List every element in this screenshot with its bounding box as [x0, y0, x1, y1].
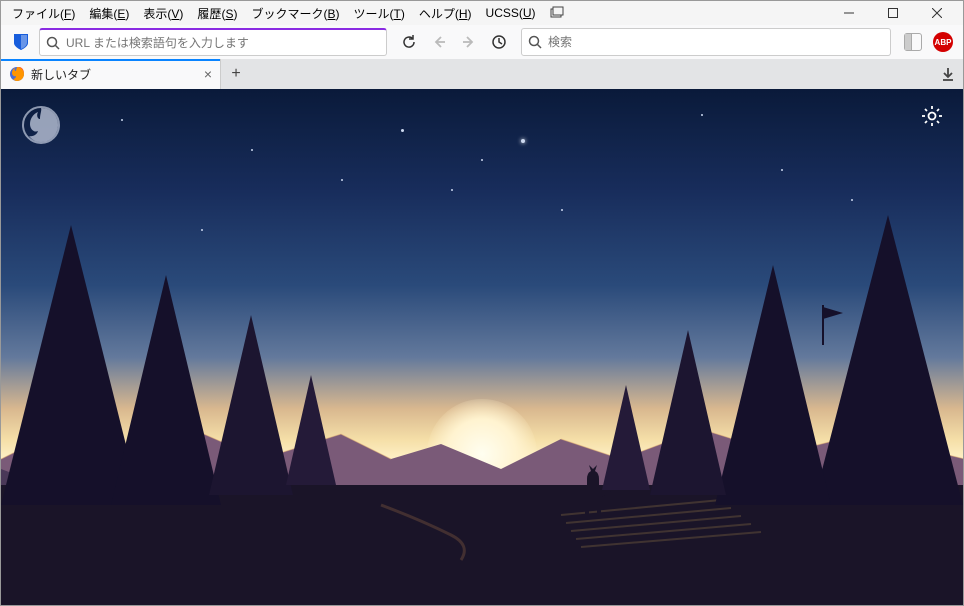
back-button[interactable]: [425, 28, 453, 56]
search-icon: [528, 35, 542, 49]
menu-help[interactable]: ヘルプ(H): [412, 2, 479, 25]
menu-ucss[interactable]: UCSS(U): [479, 3, 543, 23]
menu-bookmarks[interactable]: ブックマーク(B): [244, 2, 346, 25]
tree: [281, 375, 341, 505]
menu-view[interactable]: 表示(V): [136, 2, 190, 25]
tab-title: 新しいタブ: [31, 66, 198, 83]
menubar: ファイル(F) 編集(E) 表示(V) 履歴(S) ブックマーク(B) ツール(…: [1, 1, 963, 25]
history-clock-button[interactable]: [485, 28, 513, 56]
newtab-content: [1, 89, 963, 605]
reload-button[interactable]: [395, 28, 423, 56]
firefox-logo-icon: [21, 105, 61, 145]
tab-newtab[interactable]: 新しいタブ ×: [1, 59, 221, 89]
menu-file[interactable]: ファイル(F): [5, 2, 82, 25]
tree: [643, 330, 733, 520]
menu-edit[interactable]: 編集(E): [82, 2, 136, 25]
url-input[interactable]: [66, 36, 380, 50]
search-icon: [46, 36, 60, 50]
firefox-favicon-icon: [9, 66, 25, 82]
toolbar: ABP: [1, 25, 963, 59]
new-tab-button[interactable]: +: [221, 59, 251, 89]
minimize-button[interactable]: [827, 1, 871, 25]
forward-button[interactable]: [455, 28, 483, 56]
close-button[interactable]: [915, 1, 959, 25]
url-bar[interactable]: [39, 28, 387, 56]
menu-tools[interactable]: ツール(T): [346, 2, 411, 25]
fox-silhouette: [573, 465, 613, 515]
nav-buttons: [391, 28, 517, 56]
maximize-button[interactable]: [871, 1, 915, 25]
window-controls: [827, 1, 959, 25]
flag: [818, 305, 848, 345]
tab-close-icon[interactable]: ×: [204, 67, 212, 81]
sidebar-panel-icon[interactable]: [899, 28, 927, 56]
downloads-button[interactable]: [933, 59, 963, 89]
restore-window-icon[interactable]: [543, 3, 571, 24]
bitwarden-icon[interactable]: [7, 28, 35, 56]
menu-history[interactable]: 履歴(S): [190, 2, 244, 25]
search-bar[interactable]: [521, 28, 891, 56]
settings-gear-icon[interactable]: [921, 105, 943, 130]
tab-strip: 新しいタブ × +: [1, 59, 963, 89]
adblock-plus-icon[interactable]: ABP: [933, 32, 953, 52]
search-input[interactable]: [548, 35, 884, 49]
addon-icons: ABP: [895, 28, 957, 56]
